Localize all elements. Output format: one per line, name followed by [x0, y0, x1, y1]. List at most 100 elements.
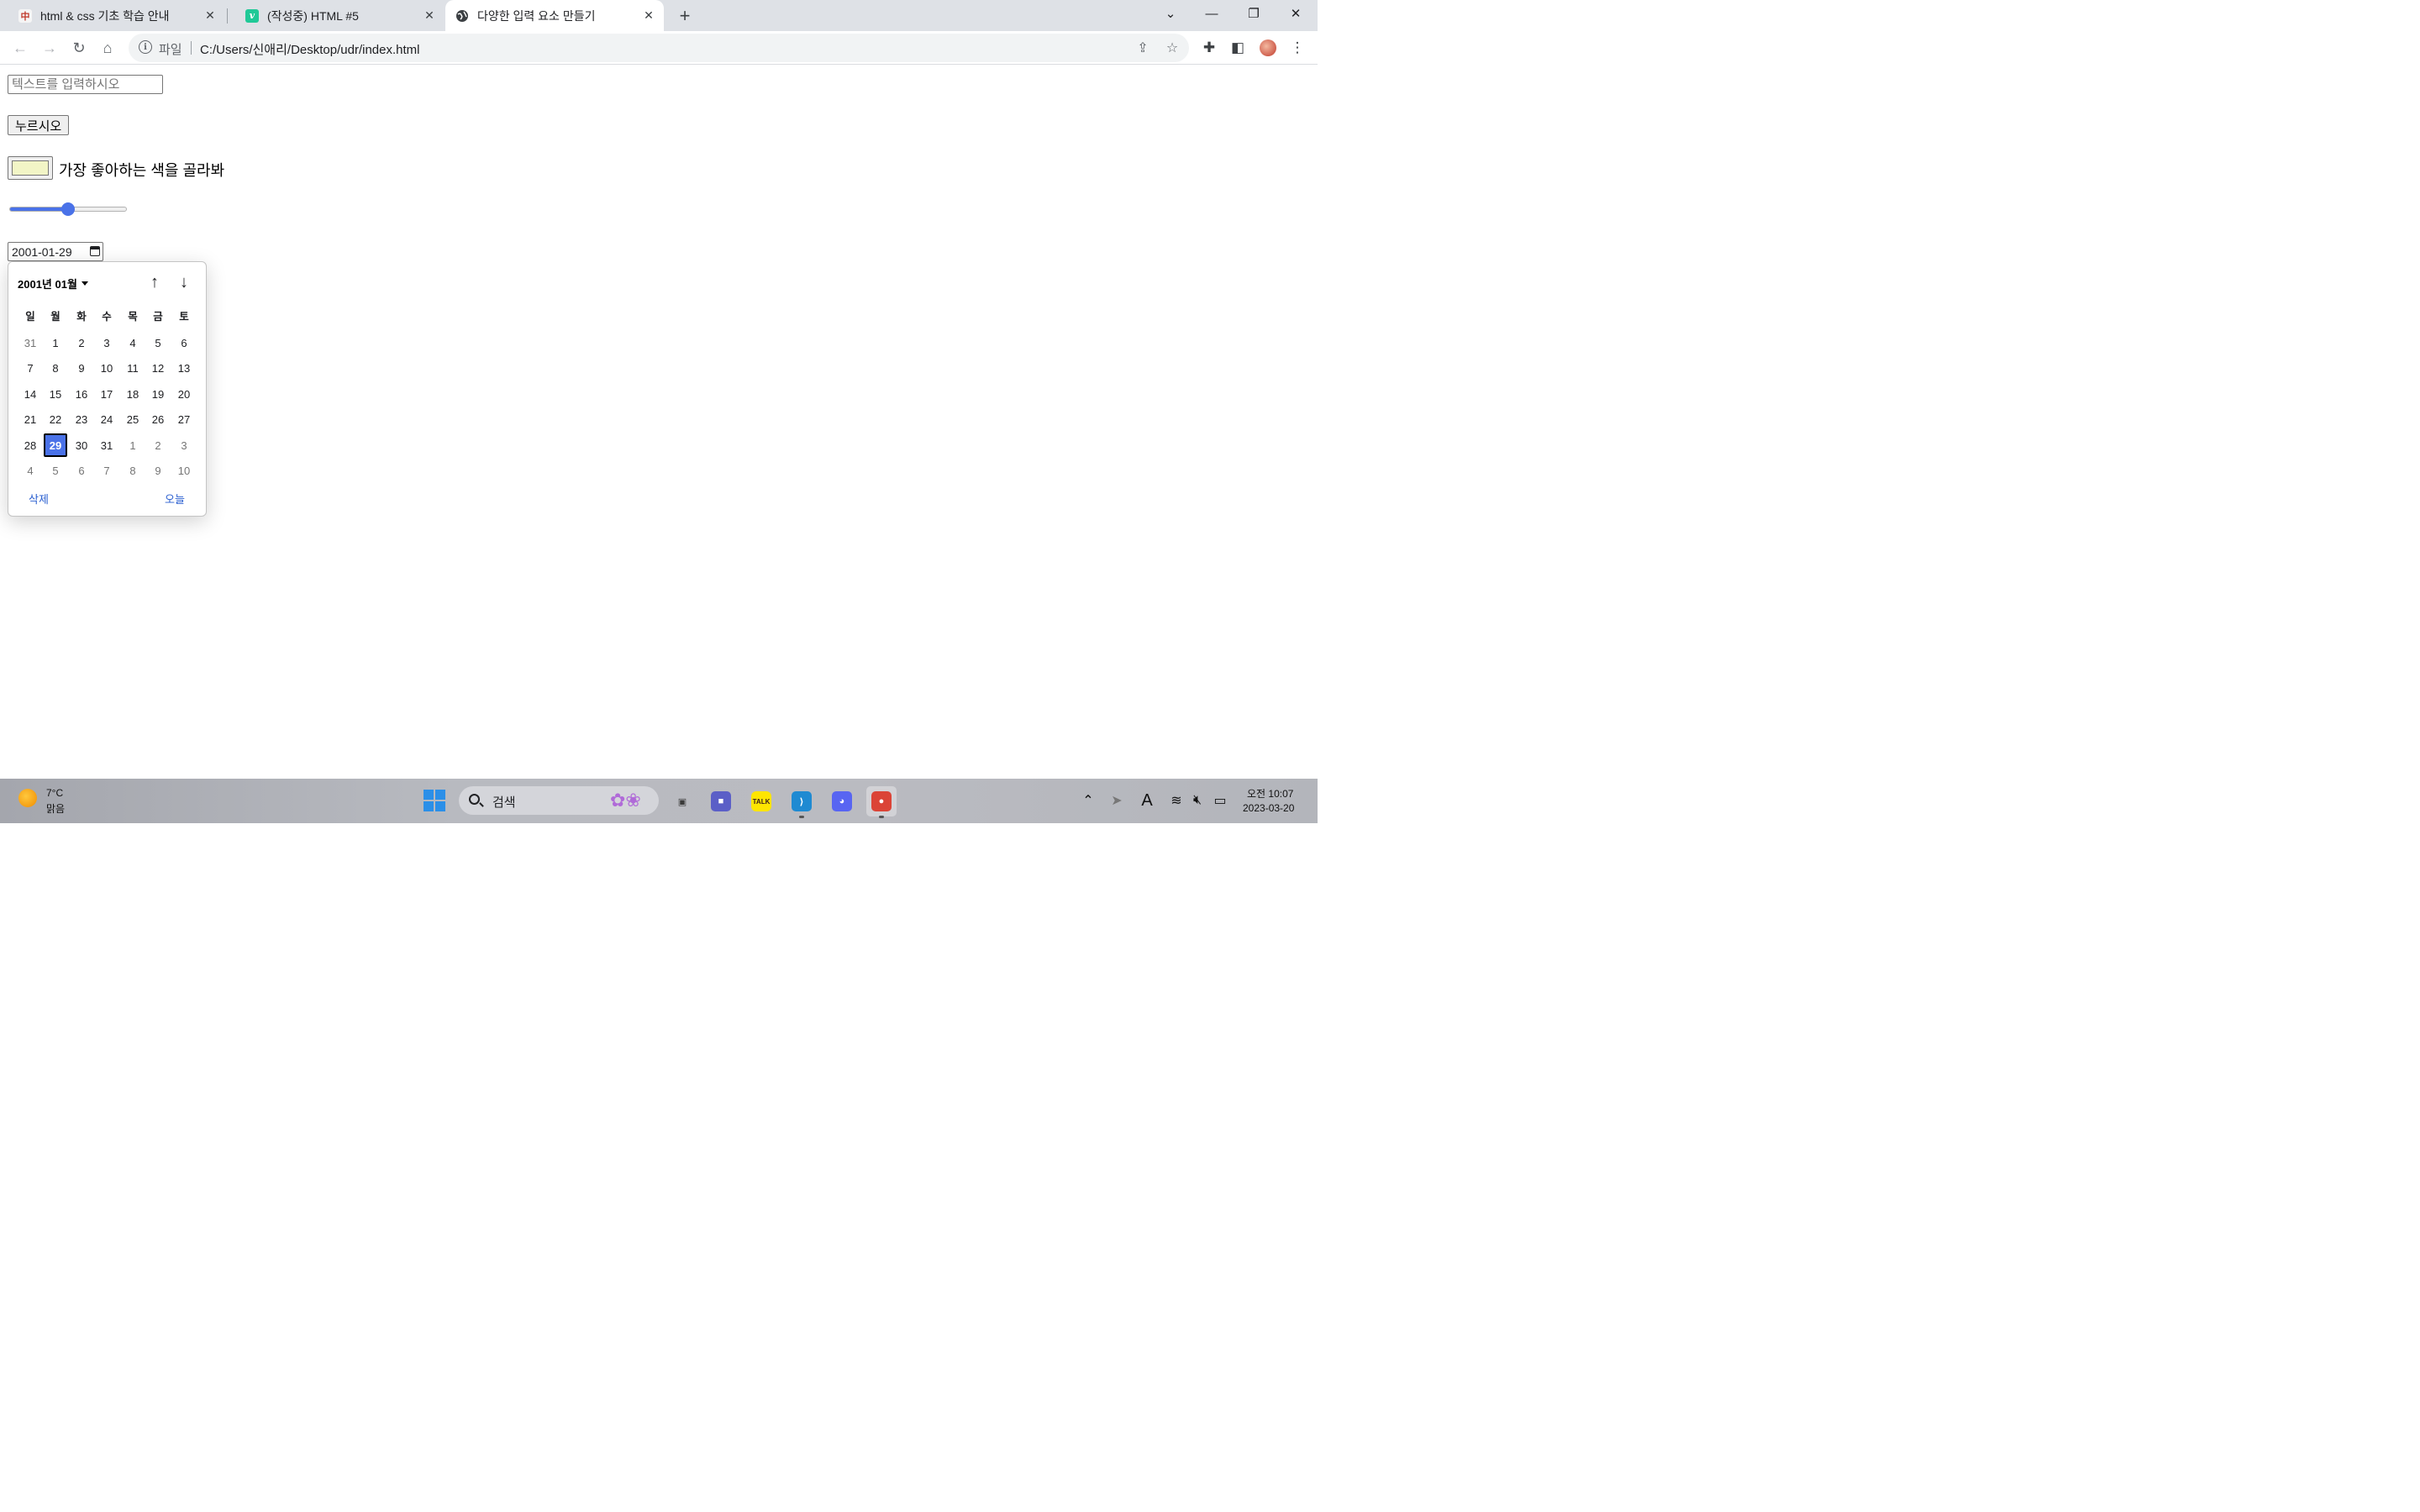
- calendar-day[interactable]: 12: [146, 357, 170, 381]
- calendar-day[interactable]: 20: [172, 382, 196, 406]
- side-panel-icon[interactable]: ◧: [1228, 39, 1247, 57]
- calendar-icon[interactable]: [90, 246, 100, 256]
- extensions-puzzle-icon[interactable]: ✚: [1200, 39, 1218, 57]
- calendar-day[interactable]: 23: [70, 408, 93, 432]
- calendar-day[interactable]: 19: [146, 382, 170, 406]
- calendar-day[interactable]: 25: [121, 408, 145, 432]
- page-content: 누르시오 가장 좋아하는 색을 골라봐 2001-01-29 2001년 01월…: [0, 65, 1318, 779]
- previous-month-arrow-icon[interactable]: ↑: [145, 272, 165, 292]
- send-arrow-icon[interactable]: ➤: [1107, 791, 1126, 810]
- minimize-button[interactable]: —: [1192, 0, 1231, 27]
- chrome-icon[interactable]: ●: [866, 786, 897, 816]
- calendar-day[interactable]: 9: [146, 459, 170, 483]
- calendar-day[interactable]: 10: [172, 459, 196, 483]
- info-icon[interactable]: i: [139, 40, 152, 54]
- calendar-day[interactable]: 16: [70, 382, 93, 406]
- chevron-up-icon[interactable]: ⌃: [1079, 791, 1097, 810]
- profile-avatar[interactable]: [1260, 39, 1276, 56]
- date-input[interactable]: 2001-01-29: [8, 242, 103, 261]
- share-icon[interactable]: ⇪: [1134, 39, 1151, 56]
- calendar-day-selected[interactable]: 29: [44, 433, 67, 457]
- tab-html-css-guide[interactable]: 中 html & css 기초 학습 안내 ✕: [0, 0, 225, 31]
- clock-time[interactable]: 오전 10:07: [1247, 786, 1293, 801]
- teams-chat-glyph: ■: [711, 791, 731, 811]
- calendar-day[interactable]: 28: [18, 433, 42, 457]
- calendar-day[interactable]: 5: [44, 459, 67, 483]
- restore-button[interactable]: ❐: [1234, 0, 1273, 27]
- forward-arrow-icon[interactable]: →: [38, 36, 61, 60]
- kebab-menu-icon[interactable]: ⋮: [1288, 39, 1307, 57]
- calendar-day[interactable]: 31: [18, 331, 42, 354]
- calendar-day[interactable]: 6: [172, 331, 196, 354]
- discord-icon[interactable]: ◕: [827, 786, 857, 816]
- red-chinese-character-icon: 中: [18, 8, 32, 23]
- calendar-day[interactable]: 1: [44, 331, 67, 354]
- clear-date-button[interactable]: 삭제: [29, 491, 49, 507]
- calendar-day[interactable]: 3: [95, 331, 118, 354]
- reload-icon[interactable]: ↻: [67, 36, 91, 60]
- color-swatch: [12, 160, 49, 176]
- tab-input-elements[interactable]: 다양한 입력 요소 만들기 ✕: [445, 0, 664, 31]
- next-month-arrow-icon[interactable]: ↓: [174, 272, 194, 292]
- calendar-day[interactable]: 17: [95, 382, 118, 406]
- calendar-day[interactable]: 3: [172, 433, 196, 457]
- address-bar[interactable]: i 파일 C:/Users/신애리/Desktop/udr/index.html…: [129, 34, 1189, 62]
- today-button[interactable]: 오늘: [165, 491, 185, 507]
- calendar-day[interactable]: 1: [121, 433, 145, 457]
- calendar-day[interactable]: 22: [44, 408, 67, 432]
- sun-weather-icon[interactable]: [18, 789, 37, 807]
- close-icon[interactable]: ✕: [423, 8, 436, 22]
- new-tab-button[interactable]: +: [674, 5, 696, 27]
- color-picker-input[interactable]: [8, 156, 53, 180]
- battery-icon[interactable]: ▭: [1211, 791, 1229, 810]
- back-arrow-icon[interactable]: ←: [8, 36, 32, 60]
- calendar-day[interactable]: 2: [70, 331, 93, 354]
- calendar-day[interactable]: 24: [95, 408, 118, 432]
- text-input[interactable]: [8, 75, 163, 94]
- calendar-day[interactable]: 2: [146, 433, 170, 457]
- speaker-muted-icon[interactable]: 🔇︎: [1188, 791, 1207, 810]
- task-view-icon[interactable]: ▣: [667, 786, 697, 816]
- home-icon[interactable]: ⌂: [96, 36, 119, 60]
- press-button[interactable]: 누르시오: [8, 115, 70, 135]
- tab-velog-draft[interactable]: v (작성중) HTML #5 ✕: [227, 0, 445, 31]
- calendar-day[interactable]: 13: [172, 357, 196, 381]
- calendar-day[interactable]: 18: [121, 382, 145, 406]
- tab-search-chevron-icon[interactable]: ⌄: [1151, 0, 1190, 27]
- taskbar-search[interactable]: 검색 ✿❀: [459, 786, 659, 815]
- calendar-day[interactable]: 31: [95, 433, 118, 457]
- address-url[interactable]: C:/Users/신애리/Desktop/udr/index.html: [200, 40, 419, 58]
- vscode-icon[interactable]: ⟩: [786, 786, 817, 816]
- close-window-button[interactable]: ✕: [1276, 0, 1315, 27]
- address-separator: [191, 41, 192, 55]
- vscode-glyph: ⟩: [792, 791, 812, 811]
- calendar-day[interactable]: 14: [18, 382, 42, 406]
- calendar-day[interactable]: 4: [18, 459, 42, 483]
- close-icon[interactable]: ✕: [203, 8, 217, 22]
- windows-start-icon[interactable]: [424, 790, 445, 811]
- month-year-selector[interactable]: 2001년 01월: [18, 276, 88, 291]
- calendar-day[interactable]: 4: [121, 331, 145, 354]
- calendar-day[interactable]: 30: [70, 433, 93, 457]
- calendar-day[interactable]: 6: [70, 459, 93, 483]
- calendar-day[interactable]: 7: [95, 459, 118, 483]
- calendar-day[interactable]: 21: [18, 408, 42, 432]
- wifi-icon[interactable]: ≋: [1167, 791, 1186, 810]
- range-slider-thumb[interactable]: [61, 202, 75, 216]
- teams-chat-icon[interactable]: ■: [706, 786, 736, 816]
- calendar-day[interactable]: 8: [44, 357, 67, 381]
- calendar-day[interactable]: 10: [95, 357, 118, 381]
- ime-font-icon[interactable]: A: [1138, 791, 1156, 810]
- close-icon[interactable]: ✕: [642, 8, 655, 22]
- kakaotalk-icon[interactable]: TALK: [746, 786, 776, 816]
- calendar-day[interactable]: 11: [121, 357, 145, 381]
- bookmark-star-icon[interactable]: ☆: [1164, 39, 1181, 56]
- clock-date[interactable]: 2023-03-20: [1243, 802, 1294, 814]
- calendar-day[interactable]: 26: [146, 408, 170, 432]
- calendar-day[interactable]: 7: [18, 357, 42, 381]
- calendar-day[interactable]: 15: [44, 382, 67, 406]
- calendar-day[interactable]: 5: [146, 331, 170, 354]
- calendar-day[interactable]: 27: [172, 408, 196, 432]
- calendar-day[interactable]: 9: [70, 357, 93, 381]
- calendar-day[interactable]: 8: [121, 459, 145, 483]
